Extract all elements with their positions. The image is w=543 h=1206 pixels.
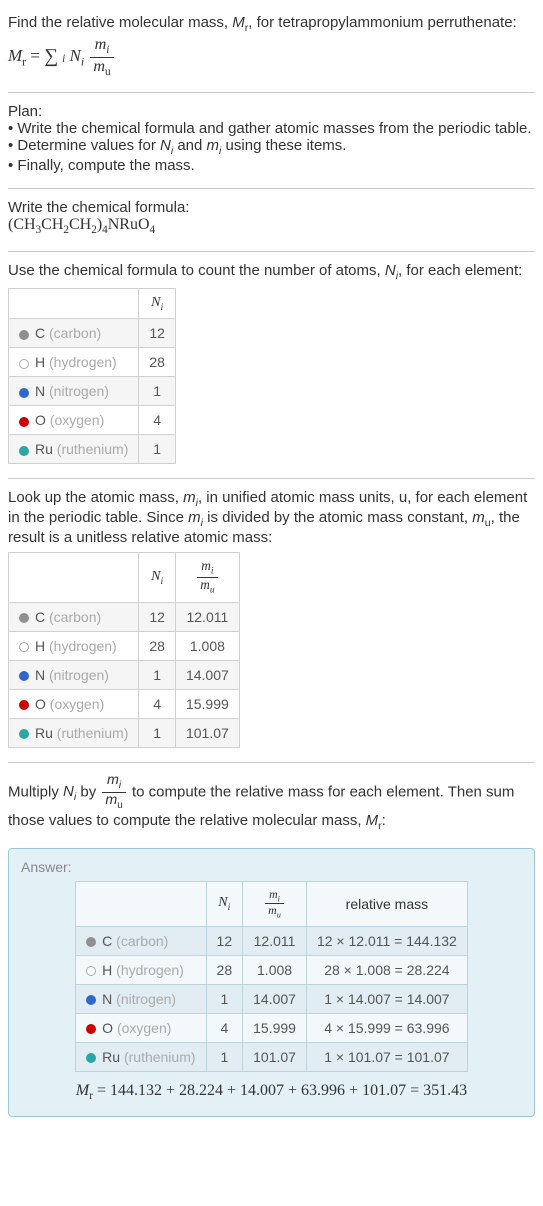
table-row: O (oxygen) 4 15.999 — [9, 690, 240, 719]
table-header-blank — [9, 288, 139, 319]
atom-dot-icon — [19, 330, 29, 340]
table-header-ni: Ni — [139, 553, 176, 603]
answer-label: Answer: — [21, 859, 522, 875]
plan-bullet: • Determine values for Ni and mi using t… — [8, 137, 535, 157]
atom-dot-icon — [19, 446, 29, 456]
table-row: N (nitrogen) 1 14.007 1 × 14.007 = 14.00… — [76, 984, 468, 1013]
atom-dot-icon — [86, 995, 96, 1005]
atom-dot-icon — [19, 729, 29, 739]
atom-dot-icon — [19, 417, 29, 427]
table-row: O (oxygen) 4 15.999 4 × 15.999 = 63.996 — [76, 1013, 468, 1042]
table-header-ni: Ni — [206, 881, 243, 926]
table-row: H (hydrogen) 28 — [9, 348, 176, 377]
atom-dot-icon — [86, 937, 96, 947]
atom-dot-icon — [86, 1024, 96, 1034]
atom-dot-icon — [19, 642, 29, 652]
divider — [8, 92, 535, 93]
plan-bullet: • Write the chemical formula and gather … — [8, 120, 535, 137]
problem-equation: Mr = ∑ i Ni mi mu — [8, 36, 535, 78]
table-row: H (hydrogen) 28 1.008 — [9, 632, 240, 661]
table-row: Ru (ruthenium) 1 101.07 — [9, 719, 240, 748]
table-row: Ru (ruthenium) 1 — [9, 435, 176, 464]
mass-table: Ni mi mu C (carbon) 12 12.011 H (hydroge… — [8, 552, 240, 748]
atom-dot-icon — [19, 671, 29, 681]
atom-dot-icon — [86, 1053, 96, 1063]
answer-table: Ni mi mu relative mass C (carbon) 12 12.… — [75, 881, 468, 1072]
mass-title: Look up the atomic mass, mi, in unified … — [8, 489, 535, 546]
count-section: Use the chemical formula to count the nu… — [8, 256, 535, 475]
formula-title: Write the chemical formula: — [8, 199, 535, 216]
table-header-mi: mi mu — [175, 553, 239, 603]
mass-section: Look up the atomic mass, mi, in unified … — [8, 483, 535, 758]
table-header-blank — [76, 881, 206, 926]
plan-bullet: • Finally, compute the mass. — [8, 157, 535, 174]
atom-dot-icon — [19, 388, 29, 398]
table-header-blank — [9, 553, 139, 603]
multiply-section: Multiply Ni by mi mu to compute the rela… — [8, 767, 535, 842]
count-table: Ni C (carbon) 12 H (hydrogen) 28 N (nitr… — [8, 288, 176, 465]
table-row: N (nitrogen) 1 14.007 — [9, 661, 240, 690]
atom-dot-icon — [19, 700, 29, 710]
table-row: C (carbon) 12 12.011 — [9, 603, 240, 632]
table-row: N (nitrogen) 1 — [9, 377, 176, 406]
plan-title: Plan: — [8, 103, 535, 120]
table-row: H (hydrogen) 28 1.008 28 × 1.008 = 28.22… — [76, 955, 468, 984]
table-header-mi: mi mu — [243, 881, 307, 926]
divider — [8, 251, 535, 252]
divider — [8, 188, 535, 189]
table-row: O (oxygen) 4 — [9, 406, 176, 435]
problem-text: Find the relative molecular mass, Mr, fo… — [8, 14, 535, 34]
problem-statement: Find the relative molecular mass, Mr, fo… — [8, 8, 535, 88]
atom-dot-icon — [19, 613, 29, 623]
plan-section: Plan: • Write the chemical formula and g… — [8, 97, 535, 184]
divider — [8, 478, 535, 479]
atom-dot-icon — [86, 966, 96, 976]
table-header-ni: Ni — [139, 288, 176, 319]
table-row: Ru (ruthenium) 1 101.07 1 × 101.07 = 101… — [76, 1042, 468, 1071]
chemical-formula: (CH3CH2CH2)4NRuO4 — [8, 216, 535, 236]
count-title: Use the chemical formula to count the nu… — [8, 262, 535, 282]
table-row: C (carbon) 12 12.011 12 × 12.011 = 144.1… — [76, 926, 468, 955]
table-header-relmass: relative mass — [306, 881, 467, 926]
table-row: C (carbon) 12 — [9, 319, 176, 348]
divider — [8, 762, 535, 763]
final-answer: Mr = 144.132 + 28.224 + 14.007 + 63.996 … — [21, 1082, 522, 1102]
formula-section: Write the chemical formula: (CH3CH2CH2)4… — [8, 193, 535, 246]
atom-dot-icon — [19, 359, 29, 369]
answer-box: Answer: Ni mi mu relative mass C (carbon… — [8, 848, 535, 1117]
